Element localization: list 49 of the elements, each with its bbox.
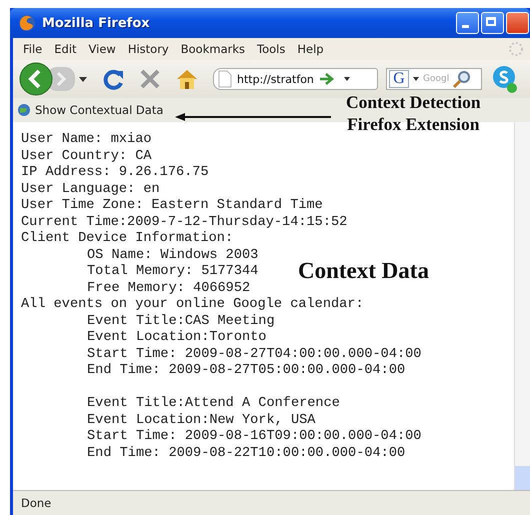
content-line: Client Device Information: — [21, 231, 234, 248]
content-line: IP Address: 9.26.176.75 — [21, 165, 209, 182]
annotation-text: Firefox Extension — [346, 113, 480, 135]
show-contextual-data-button[interactable]: Show Contextual Data — [17, 103, 164, 117]
content-line: Start Time: 2009-08-16T09:00:00.000-04:00 — [86, 429, 422, 446]
maximize-button[interactable] — [481, 12, 504, 34]
menu-item[interactable]: Tools — [251, 42, 292, 56]
search-field[interactable]: G Googl — [386, 68, 482, 90]
content-line: Event Location:New York, USA — [86, 412, 316, 429]
close-button[interactable] — [506, 12, 529, 34]
dropdown-icon[interactable] — [79, 76, 87, 82]
content-line: Free Memory: 4066952 — [86, 280, 250, 297]
annotation-text: Context Detection — [346, 91, 481, 113]
content-line: End Time: 2009-08-27T05:00:00.000-04:00 — [86, 363, 406, 380]
content-line: Start Time: 2009-08-27T04:00:00.000-04:00 — [86, 346, 422, 363]
minimize-button[interactable] — [456, 12, 479, 34]
content-line: User Language: en — [21, 182, 160, 198]
content-line: User Time Zone: Eastern Standard Time — [21, 198, 323, 214]
scrollbar[interactable] — [514, 122, 530, 490]
content-line: End Time: 2009-08-22T10:00:00.000-04:00 — [86, 446, 406, 462]
menu-item[interactable]: Edit — [48, 42, 83, 56]
menu-item[interactable]: Bookmarks — [174, 42, 251, 56]
throbber-icon — [508, 41, 524, 57]
content-line: Event Title:CAS Meeting — [86, 314, 275, 330]
dropdown-icon[interactable] — [413, 77, 419, 81]
content-line: OS Name: Windows 2003 — [86, 248, 258, 264]
content-line: User Country: CA — [21, 148, 152, 165]
go-arrow-icon[interactable] — [318, 73, 335, 85]
content-line: Event Location:Toronto — [86, 330, 266, 346]
reload-icon[interactable] — [101, 67, 125, 91]
menu-item[interactable]: History — [122, 42, 175, 56]
home-icon[interactable] — [175, 68, 199, 90]
annotation-text: Context Data — [298, 258, 429, 284]
content-line: Current Time:2009-7-12-Thursday-14:15:52 — [21, 214, 348, 231]
content-line: Event Title:Attend A Conference — [86, 396, 340, 412]
page-icon — [218, 70, 232, 88]
menu-item[interactable]: File — [17, 42, 48, 56]
menu-item[interactable]: View — [82, 42, 122, 56]
search-engine-button[interactable]: G — [389, 70, 409, 88]
content-line: Total Memory: 5177344 — [86, 264, 258, 280]
search-icon[interactable] — [453, 70, 472, 88]
address-field[interactable]: http://stratfon — [213, 68, 378, 90]
dropdown-icon[interactable] — [344, 77, 350, 81]
menu-item[interactable]: Help — [291, 42, 330, 56]
content-line: User Name: mxiao — [21, 132, 152, 148]
content-line: All events on your online Google calendar: — [21, 297, 364, 314]
status-text: Done — [21, 496, 52, 510]
window-title: Mozilla Firefox — [42, 16, 151, 30]
back-button[interactable] — [19, 62, 53, 96]
